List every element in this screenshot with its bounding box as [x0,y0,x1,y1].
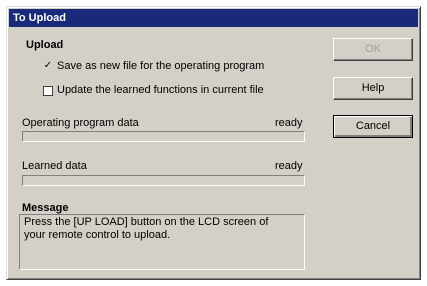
save-new-file-label[interactable]: Save as new file for the operating progr… [57,60,264,72]
learned-data-status: ready [275,160,303,172]
message-heading: Message [22,202,69,214]
update-learned-label[interactable]: Update the learned functions in current … [57,84,264,96]
ok-button[interactable]: OK [333,38,413,61]
learned-data-progress [22,175,305,186]
cancel-button[interactable]: Cancel [333,115,413,138]
save-new-file-checkbox[interactable]: ✓ [43,61,53,71]
operating-data-progress [22,131,305,142]
check-mark-icon: ✓ [43,60,53,71]
message-line-1: Press the [UP LOAD] button on the LCD sc… [24,216,269,228]
upload-heading: Upload [26,39,64,51]
help-button[interactable]: Help [333,77,413,100]
dialog-title: To Upload [9,9,418,27]
operating-data-status: ready [275,117,303,129]
upload-dialog: To Upload Upload ✓ Save as new file for … [6,6,421,280]
learned-data-label: Learned data [22,160,87,172]
update-learned-checkbox[interactable] [43,86,53,96]
operating-data-label: Operating program data [22,117,139,129]
message-line-2: your remote control to upload. [24,229,171,241]
